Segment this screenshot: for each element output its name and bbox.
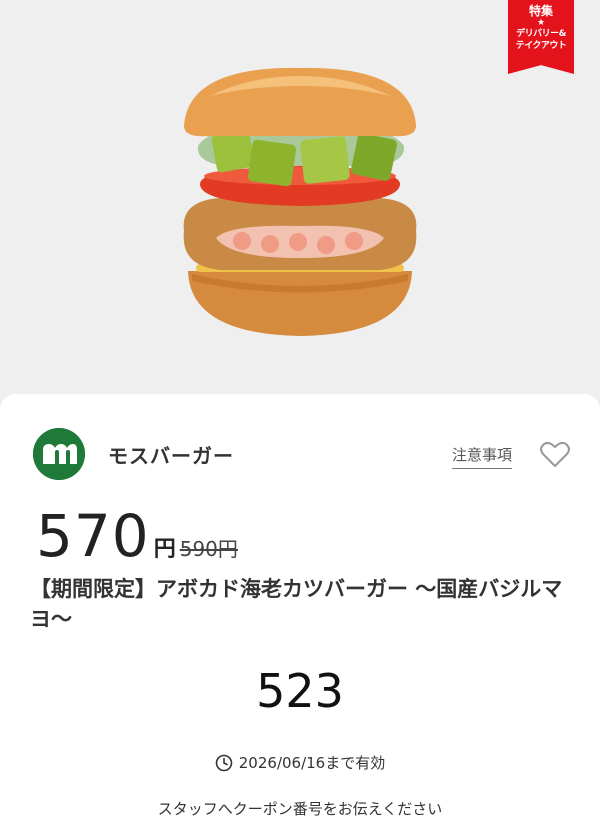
coupon-card: モスバーガー 注意事項 570 円 590円 【期間限定】アボカド海老カツバーガー … (0, 394, 600, 830)
badge-line-1: デリバリー& (516, 29, 566, 39)
mos-logo-icon (33, 428, 85, 480)
badge-star-icon: ★ (536, 18, 546, 28)
currency-label: 円 (153, 537, 176, 562)
notice-link[interactable]: 注意事項 (452, 444, 513, 469)
current-price: 570 (36, 502, 150, 570)
validity-row: 2026/06/16まで有効 (0, 752, 600, 776)
brand-name: モスバーガー (108, 444, 234, 468)
badge-title: 特集 (528, 4, 553, 18)
badge-line-2: テイクアウト (515, 41, 567, 51)
product-title: 【期間限定】アボカド海老カツバーガー ～国産バジルマヨ～ (30, 577, 563, 631)
staff-instruction: スタッフへクーポン番号をお伝えください (157, 800, 443, 818)
original-price: 590円 (179, 537, 238, 561)
heart-icon[interactable] (540, 440, 570, 472)
price-row: 570 円 590円 (36, 502, 238, 570)
feature-badge[interactable]: 特集 ★ デリバリー& テイクアウト (508, 0, 574, 74)
product-hero: 特集 ★ デリバリー& テイクアウト (0, 0, 600, 400)
validity-text: 2026/06/16まで有効 (238, 754, 386, 772)
coupon-code: 523 (256, 664, 344, 718)
burger-image (183, 67, 417, 336)
clock-icon (215, 754, 233, 776)
